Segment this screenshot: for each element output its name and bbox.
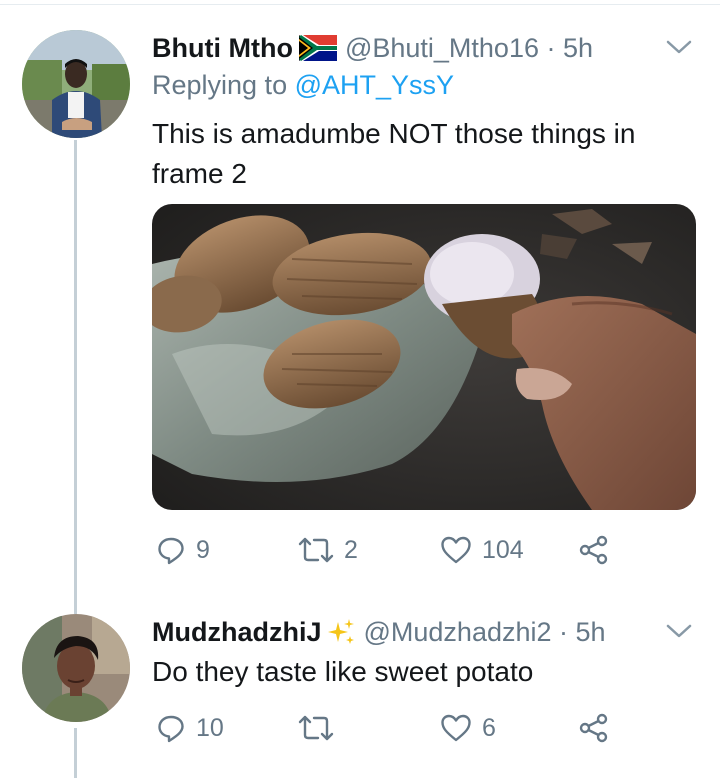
replying-to: Replying to @AHT_YssY bbox=[152, 70, 454, 101]
handle-and-time[interactable]: @Bhuti_Mtho16 · 5h bbox=[345, 33, 593, 64]
retweet-button[interactable]: 2 bbox=[298, 530, 358, 570]
tweet-actions: 10 6 bbox=[152, 708, 632, 748]
reply-count: 10 bbox=[196, 713, 224, 742]
reply-icon bbox=[156, 535, 186, 565]
chevron-down-icon[interactable] bbox=[662, 620, 696, 642]
tweet-photo[interactable] bbox=[152, 204, 696, 510]
tweet-text-line: frame 2 bbox=[152, 158, 247, 189]
chevron-down-icon[interactable] bbox=[662, 36, 696, 58]
reply-button[interactable]: 10 bbox=[156, 708, 224, 748]
share-icon bbox=[578, 535, 610, 565]
share-button[interactable] bbox=[578, 708, 610, 748]
tweet-text-line: Do they taste like sweet potato bbox=[152, 656, 534, 687]
retweet-button[interactable] bbox=[298, 708, 344, 748]
display-name[interactable]: MudzhadzhiJ bbox=[152, 617, 322, 648]
reply-icon bbox=[156, 713, 186, 743]
heart-icon bbox=[440, 535, 472, 565]
like-button[interactable]: 6 bbox=[440, 708, 496, 748]
sparkles-icon bbox=[327, 618, 356, 646]
tweet-text-line: This is amadumbe NOT those things in bbox=[152, 118, 636, 149]
like-count: 104 bbox=[482, 535, 524, 564]
retweet-icon bbox=[298, 713, 334, 743]
share-button[interactable] bbox=[578, 530, 610, 570]
thread-line bbox=[74, 728, 77, 778]
handle-and-time[interactable]: @Mudzhadzhi2 · 5h bbox=[364, 617, 606, 648]
tweet-header: MudzhadzhiJ @Mudzhadzhi2 · 5h bbox=[152, 612, 606, 652]
retweet-count: 2 bbox=[344, 535, 358, 564]
replying-to-link[interactable]: @AHT_YssY bbox=[295, 70, 454, 100]
heart-icon bbox=[440, 713, 472, 743]
south-africa-flag-icon bbox=[298, 35, 337, 61]
tweet-text: This is amadumbe NOT those things in fra… bbox=[152, 114, 692, 194]
avatar[interactable] bbox=[22, 30, 130, 138]
tweet-actions: 9 2 104 bbox=[152, 530, 632, 570]
like-button[interactable]: 104 bbox=[440, 530, 524, 570]
replying-to-label: Replying to bbox=[152, 70, 295, 100]
divider bbox=[0, 4, 720, 5]
tweet-text: Do they taste like sweet potato bbox=[152, 652, 692, 692]
tweet-header: Bhuti Mtho @Bhuti_Mtho16 · 5h bbox=[152, 28, 593, 68]
thread-line bbox=[74, 140, 77, 614]
reply-count: 9 bbox=[196, 535, 210, 564]
tweet-thread: Bhuti Mtho @Bhuti_Mtho16 · 5h Replying t… bbox=[0, 0, 720, 778]
share-icon bbox=[578, 713, 610, 743]
reply-button[interactable]: 9 bbox=[156, 530, 210, 570]
retweet-icon bbox=[298, 535, 334, 565]
like-count: 6 bbox=[482, 713, 496, 742]
avatar[interactable] bbox=[22, 614, 130, 722]
display-name[interactable]: Bhuti Mtho bbox=[152, 33, 293, 64]
